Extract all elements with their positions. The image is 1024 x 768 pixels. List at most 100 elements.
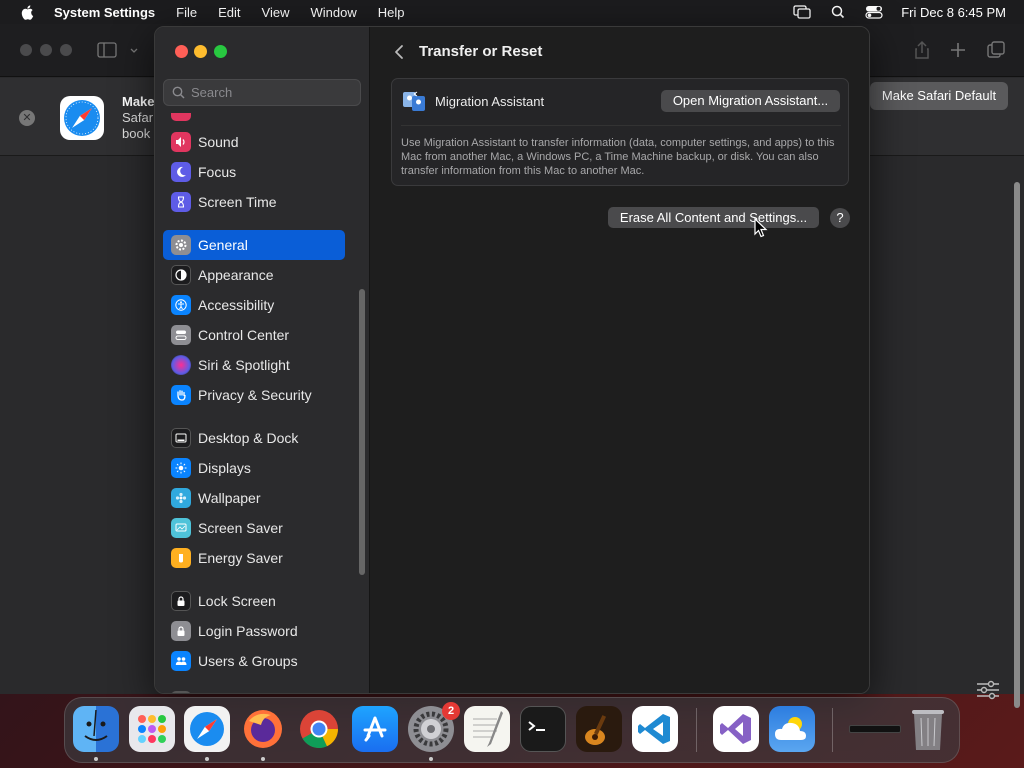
banner-close-icon[interactable]: ✕ xyxy=(19,110,35,126)
dock xyxy=(64,697,960,763)
sidebar-item-label: Lock Screen xyxy=(198,593,276,609)
sidebar-item-login-password[interactable]: Login Password xyxy=(163,616,345,646)
sidebar-item-focus[interactable]: Focus xyxy=(163,157,345,187)
running-indicator xyxy=(205,757,209,761)
menu-bar: System Settings File Edit View Window He… xyxy=(0,0,1024,24)
weather-icon[interactable] xyxy=(769,706,815,752)
safari-icon[interactable] xyxy=(184,706,230,752)
firefox-icon[interactable] xyxy=(240,706,286,752)
sidebar-item-wallpaper[interactable]: Wallpaper xyxy=(163,483,345,513)
safari-logo-icon xyxy=(60,96,104,140)
tab-overview-icon[interactable] xyxy=(986,40,1006,60)
appearance-icon xyxy=(171,265,191,285)
sidebar-item-label: General xyxy=(198,237,248,253)
minimized-window-icon[interactable] xyxy=(847,706,903,752)
new-tab-icon[interactable] xyxy=(948,40,968,60)
sidebar-item-screen-saver[interactable]: Screen Saver xyxy=(163,513,345,543)
sidebar-item-label: Login Password xyxy=(198,623,298,639)
migration-assistant-panel: Migration Assistant Open Migration Assis… xyxy=(391,78,849,186)
sidebar-item-screen-time[interactable]: Screen Time xyxy=(163,187,345,217)
help-menu[interactable]: Help xyxy=(378,5,405,20)
wallpaper-icon xyxy=(171,488,191,508)
sidebar-item-control-center[interactable]: Control Center xyxy=(163,320,345,350)
sidebar-item-label: Sound xyxy=(198,134,239,150)
control-center-menubar-icon[interactable] xyxy=(865,5,883,19)
sidebar-item-energy-saver[interactable]: Energy Saver xyxy=(163,543,345,573)
sidebar-item-label: Screen Time xyxy=(198,194,277,210)
sidebar-item-label: Screen Saver xyxy=(198,520,283,536)
sidebar-item-label: Appearance xyxy=(198,267,274,283)
users-icon xyxy=(171,651,191,671)
share-icon[interactable] xyxy=(912,40,932,60)
sidebar-item-displays[interactable]: Displays xyxy=(163,453,345,483)
migration-assistant-label: Migration Assistant xyxy=(435,94,545,109)
sidebar-item-siri-spotlight[interactable]: Siri & Spotlight xyxy=(163,350,345,380)
gear-icon xyxy=(171,235,191,255)
vscode-icon[interactable] xyxy=(632,706,678,752)
finder-icon[interactable] xyxy=(73,706,119,752)
sidebar-item-desktop-dock[interactable]: Desktop & Dock xyxy=(163,423,345,453)
zoom-button[interactable] xyxy=(214,45,227,58)
safari-zoom-button[interactable] xyxy=(60,44,72,56)
migration-description: Use Migration Assistant to transfer info… xyxy=(401,137,835,177)
battery-icon xyxy=(171,548,191,568)
edit-menu[interactable]: Edit xyxy=(218,5,240,20)
mouse-cursor-icon xyxy=(754,218,768,238)
login-password-icon xyxy=(171,621,191,641)
sidebar-item-label: Control Center xyxy=(198,327,290,343)
sidebar-item-accessibility[interactable]: Accessibility xyxy=(163,290,345,320)
spotlight-search-icon[interactable] xyxy=(829,5,847,19)
safari-scrollbar[interactable] xyxy=(1014,182,1020,708)
back-chevron-icon[interactable] xyxy=(391,43,407,61)
sidebar-item-users-groups[interactable]: Users & Groups xyxy=(163,646,345,676)
search-placeholder: Search xyxy=(191,85,233,100)
sliders-icon[interactable] xyxy=(976,678,1000,702)
make-safari-default-button[interactable]: Make Safari Default xyxy=(870,82,1008,110)
sidebar-item-label: Siri & Spotlight xyxy=(198,357,290,373)
file-menu[interactable]: File xyxy=(176,5,197,20)
menubar-clock[interactable]: Fri Dec 8 6:45 PM xyxy=(901,5,1006,20)
sidebar-item-privacy-security[interactable]: Privacy & Security xyxy=(163,380,345,410)
trash-icon[interactable] xyxy=(905,706,951,752)
accessibility-icon xyxy=(171,295,191,315)
visual-studio-icon[interactable] xyxy=(713,706,759,752)
hand-icon xyxy=(171,385,191,405)
close-button[interactable] xyxy=(175,45,188,58)
sound-icon xyxy=(171,132,191,152)
screen-mirroring-icon[interactable] xyxy=(793,5,811,19)
app-store-icon[interactable] xyxy=(352,706,398,752)
sidebar-item-label: Accessibility xyxy=(198,297,275,313)
minimize-button[interactable] xyxy=(194,45,207,58)
sidebar-item-lock-screen[interactable]: Lock Screen xyxy=(163,586,345,616)
terminal-icon[interactable] xyxy=(520,706,566,752)
scrolled-item-icon xyxy=(171,113,191,121)
launchpad-icon[interactable] xyxy=(129,706,175,752)
sidebar-item-appearance[interactable]: Appearance xyxy=(163,260,345,290)
scrolled-item-icon xyxy=(171,691,191,693)
open-migration-assistant-button[interactable]: Open Migration Assistant... xyxy=(661,90,840,112)
textedit-icon[interactable] xyxy=(464,706,510,752)
banner-title: Make xyxy=(122,94,155,109)
sidebar-item-label: Privacy & Security xyxy=(198,387,312,403)
sidebar-item-label: Focus xyxy=(198,164,237,180)
sidebar-item-label: Users & Groups xyxy=(198,653,298,669)
settings-content: Transfer or Reset Migration Assistant Op… xyxy=(371,27,869,693)
banner-text: Make Safar book xyxy=(122,94,155,142)
control-center-icon xyxy=(171,325,191,345)
apple-icon[interactable] xyxy=(20,4,36,20)
settings-sidebar: Search Sound Focus Screen Time General A… xyxy=(155,27,370,693)
help-button[interactable]: ? xyxy=(830,208,850,228)
search-field[interactable]: Search xyxy=(163,79,361,106)
garageband-icon[interactable] xyxy=(576,706,622,752)
sidebar-item-sound[interactable]: Sound xyxy=(163,127,345,157)
safari-close-button[interactable] xyxy=(20,44,32,56)
sidebar-toggle-icon[interactable] xyxy=(97,41,141,59)
erase-all-content-button[interactable]: Erase All Content and Settings... xyxy=(608,207,819,228)
safari-minimize-button[interactable] xyxy=(40,44,52,56)
view-menu[interactable]: View xyxy=(262,5,290,20)
sidebar-scrollbar[interactable] xyxy=(359,289,365,575)
window-menu[interactable]: Window xyxy=(310,5,356,20)
chrome-icon[interactable] xyxy=(296,706,342,752)
app-name-menu[interactable]: System Settings xyxy=(54,5,155,20)
sidebar-item-general[interactable]: General xyxy=(163,230,345,260)
